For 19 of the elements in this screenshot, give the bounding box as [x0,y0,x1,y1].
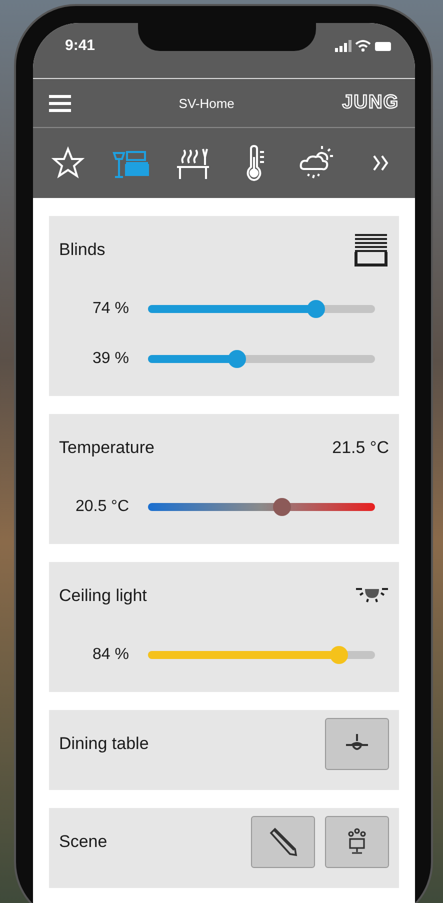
slider-reading: 74 % [92,300,129,318]
slider-reading: 20.5 °C [74,498,129,516]
status-icons [335,39,393,53]
temperature-value: 21.5 °C [332,438,389,458]
card-title: Blinds [59,240,106,260]
card-title: Dining table [59,734,149,754]
brand-logo: JUNG [342,92,399,114]
slider-reading: 84 % [92,646,129,664]
card-title: Ceiling light [59,586,147,606]
blinds-icon [353,232,389,268]
card-title: Temperature [59,438,154,458]
card-title: Scene [59,832,108,852]
slider-reading: 39 % [92,350,129,368]
lamp-button[interactable] [325,718,389,770]
edit-button[interactable] [251,816,315,868]
status-time: 9:41 [65,37,96,54]
scene-button[interactable] [325,816,389,868]
app-title: SV-Home [178,96,236,110]
menu-icon[interactable] [49,94,71,112]
